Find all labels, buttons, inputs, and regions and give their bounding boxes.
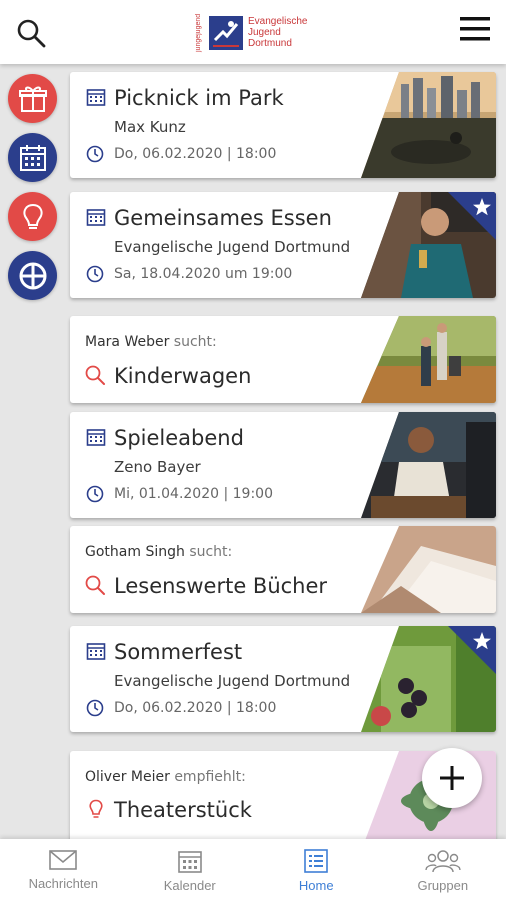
event-title: Spieleabend	[114, 426, 244, 450]
nav-label: Nachrichten	[28, 876, 98, 891]
lightbulb-icon	[89, 799, 103, 818]
recommendation-title: Theaterstück	[114, 798, 252, 822]
app-header: jungejugend Evangelische Jugend Dortmund	[0, 0, 506, 64]
favorite-star-icon[interactable]	[448, 192, 496, 240]
lifebuoy-icon	[19, 262, 46, 289]
event-organizer: Evangelische Jugend Dortmund	[114, 238, 351, 256]
calendar-icon	[86, 209, 106, 226]
app-logo: jungejugend Evangelische Jugend Dortmund	[195, 14, 325, 54]
add-fab-button[interactable]	[422, 748, 482, 808]
nav-label: Gruppen	[417, 878, 469, 893]
list-icon	[304, 849, 329, 873]
logo-text: Evangelische Jugend Dortmund	[248, 16, 308, 49]
favorite-star-icon[interactable]	[448, 626, 496, 674]
bottom-navigation: Nachrichten Kalender Home Gruppen	[0, 839, 506, 900]
event-title: Picknick im Park	[114, 86, 284, 110]
envelope-icon	[49, 850, 78, 870]
group-icon	[425, 850, 461, 873]
nav-kalender[interactable]: Kalender	[127, 839, 254, 900]
event-card[interactable]: Sommerfest Evangelische Jugend Dortmund …	[70, 626, 496, 732]
event-date: Do, 06.02.2020 | 18:00	[114, 700, 277, 716]
calendar-icon	[86, 89, 106, 106]
clock-icon	[86, 145, 104, 163]
calendar-icon	[177, 851, 202, 873]
event-card[interactable]: Gemeinsames Essen Evangelische Jugend Do…	[70, 192, 496, 298]
recommendation-author: Oliver Meier empfiehlt:	[85, 769, 246, 785]
rail-calendar-button[interactable]	[8, 133, 57, 182]
event-date: Do, 06.02.2020 | 18:00	[114, 146, 277, 162]
nav-gruppen[interactable]: Gruppen	[380, 839, 506, 900]
event-organizer: Evangelische Jugend Dortmund	[114, 672, 351, 690]
nav-label: Home	[298, 878, 334, 893]
rail-idea-button[interactable]	[8, 192, 57, 241]
hamburger-menu-icon[interactable]	[460, 16, 490, 42]
search-title: Lesenswerte Bücher	[114, 574, 328, 598]
rail-help-button[interactable]	[8, 251, 57, 300]
filter-rail	[0, 64, 65, 839]
rail-gift-button[interactable]	[8, 74, 57, 123]
event-date: Mi, 01.04.2020 | 19:00	[114, 486, 273, 502]
event-card[interactable]: Picknick im Park Max Kunz Do, 06.02.2020…	[70, 72, 496, 178]
event-card[interactable]: Spieleabend Zeno Bayer Mi, 01.04.2020 | …	[70, 412, 496, 518]
clock-icon	[86, 485, 104, 503]
calendar-icon	[86, 643, 106, 660]
nav-label: Kalender	[163, 878, 216, 893]
search-photo	[361, 526, 496, 613]
search-icon	[85, 575, 105, 595]
logo-mark	[209, 16, 243, 50]
event-date: Sa, 18.04.2020 um 19:00	[114, 266, 293, 282]
search-card[interactable]: Mara Weber sucht: Kinderwagen	[70, 316, 496, 403]
event-photo	[361, 412, 496, 518]
event-title: Sommerfest	[114, 640, 243, 664]
calendar-icon	[86, 429, 106, 446]
clock-icon	[86, 699, 104, 717]
search-photo	[361, 316, 496, 403]
event-title: Gemeinsames Essen	[114, 206, 332, 230]
search-author: Mara Weber sucht:	[85, 334, 217, 350]
nav-home[interactable]: Home	[253, 839, 380, 900]
plus-icon	[440, 766, 464, 790]
calendar-icon	[19, 144, 46, 171]
search-title: Kinderwagen	[114, 364, 252, 388]
search-icon	[85, 365, 105, 385]
event-photo	[361, 72, 496, 178]
search-author: Gotham Singh sucht:	[85, 544, 233, 560]
search-card[interactable]: Gotham Singh sucht: Lesenswerte Bücher	[70, 526, 496, 613]
event-organizer: Zeno Bayer	[114, 458, 201, 476]
search-icon[interactable]	[16, 18, 46, 48]
clock-icon	[86, 265, 104, 283]
logo-vertical-text: jungejugend	[195, 13, 202, 52]
nav-nachrichten[interactable]: Nachrichten	[0, 839, 127, 900]
lightbulb-icon	[22, 203, 43, 229]
event-organizer: Max Kunz	[114, 118, 186, 136]
gift-icon	[18, 86, 47, 112]
